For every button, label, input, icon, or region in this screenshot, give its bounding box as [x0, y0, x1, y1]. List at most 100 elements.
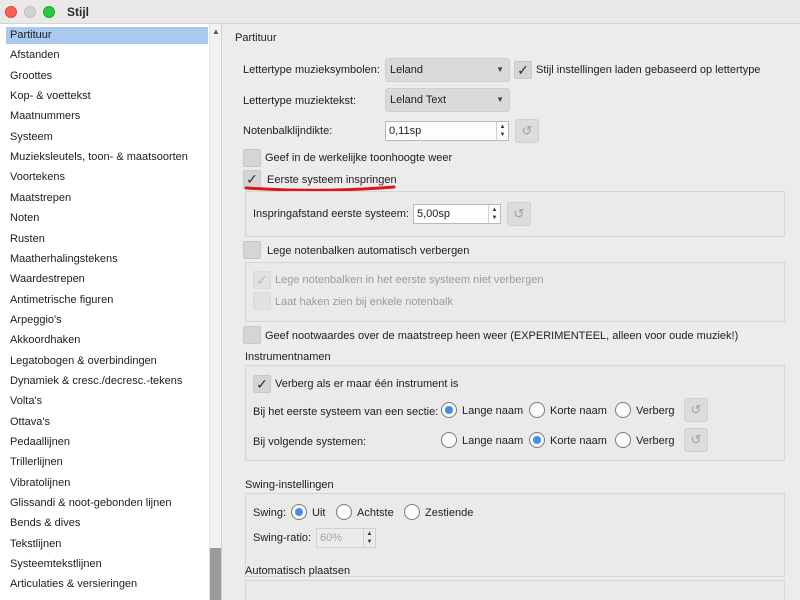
close-window-button[interactable]	[5, 6, 17, 18]
sidebar-item[interactable]: Bends & dives	[6, 515, 208, 532]
first-system-long-name-label: Lange naam	[462, 405, 524, 417]
first-system-short-name-radio[interactable]	[529, 402, 545, 418]
swing-sixteenth-label: Zestiende	[425, 507, 474, 519]
following-short-name-radio[interactable]	[529, 432, 545, 448]
sidebar-item[interactable]: Vibratolijnen	[6, 475, 208, 492]
first-system-long-name-radio[interactable]	[441, 402, 457, 418]
staff-line-thickness-value: 0,11sp	[389, 125, 422, 137]
swing-ratio-spinbox[interactable]: 60% ▲ ▼	[316, 528, 376, 548]
sidebar-item[interactable]: Groottes	[6, 68, 208, 85]
show-brackets-label: Laat haken zien bij enkele notenbalk	[275, 296, 453, 308]
sidebar-item[interactable]: Afstanden	[6, 47, 208, 64]
hide-empty-staves-label: Lege notenbalken automatisch verbergen	[267, 245, 470, 257]
music-font-value: Leland	[390, 64, 424, 76]
hide-empty-staves-group	[245, 262, 785, 322]
reset-indent-distance-button[interactable]: ↺	[507, 202, 531, 226]
stepper-arrows-icon[interactable]: ▲ ▼	[496, 122, 508, 140]
sidebar-scrollbar[interactable]: ▲	[209, 24, 221, 600]
sidebar-item[interactable]: Rusten	[6, 231, 208, 248]
indent-distance-spinbox[interactable]: 5,00sp ▲ ▼	[413, 204, 501, 224]
reset-icon: ↺	[521, 123, 533, 138]
sidebar-item[interactable]: Voortekens	[6, 169, 208, 186]
checkmark-icon: ✓	[256, 272, 268, 288]
music-font-dropdown[interactable]: Leland ▼	[385, 58, 510, 82]
load-style-label: Stijl instellingen laden gebaseerd op le…	[536, 64, 761, 76]
text-font-dropdown[interactable]: Leland Text ▼	[385, 88, 510, 112]
following-hide-label: Verberg	[636, 435, 675, 447]
swing-off-radio[interactable]	[291, 504, 307, 520]
hide-empty-staves-checkbox[interactable]	[243, 241, 261, 259]
following-short-name-label: Korte naam	[550, 435, 607, 447]
sidebar-item[interactable]: Maatstrepen	[6, 190, 208, 207]
sidebar-item[interactable]: Arpeggio's	[6, 312, 208, 329]
checkmark-icon: ✓	[256, 376, 268, 392]
swing-ratio-label: Swing-ratio:	[253, 532, 312, 544]
dont-hide-first-system-label: Lege notenbalken in het eerste systeem n…	[275, 274, 544, 286]
chevron-down-icon: ▼	[496, 95, 504, 104]
sidebar-item[interactable]: Maatnummers	[6, 108, 208, 125]
sidebar-item[interactable]: Systeemtekstlijnen	[6, 556, 208, 573]
window-titlebar: Stijl	[0, 0, 800, 24]
sidebar-item[interactable]: Kop- & voettekst	[6, 88, 208, 105]
sidebar-item[interactable]: Ottava's	[6, 414, 208, 431]
note-values-across-barlines-checkbox[interactable]	[243, 326, 261, 344]
note-values-across-barlines-label: Geef nootwaardes over de maatstreep heen…	[265, 330, 739, 342]
following-hide-radio[interactable]	[615, 432, 631, 448]
swing-off-label: Uit	[312, 507, 326, 519]
reset-first-system-names-button[interactable]: ↺	[684, 398, 708, 422]
hide-single-instrument-label: Verberg als er maar één instrument is	[275, 378, 459, 390]
swing-eighth-radio[interactable]	[336, 504, 352, 520]
music-font-label: Lettertype muzieksymbolen:	[243, 64, 380, 76]
indent-distance-value: 5,00sp	[417, 208, 451, 220]
sidebar-item[interactable]: Waardestrepen	[6, 271, 208, 288]
sidebar-item[interactable]: Noten	[6, 210, 208, 227]
sidebar-item[interactable]: Pedaallijnen	[6, 434, 208, 451]
sidebar-item[interactable]: Dynamiek & cresc./decresc.-tekens	[6, 373, 208, 390]
following-long-name-label: Lange naam	[462, 435, 524, 447]
load-style-checkbox[interactable]: ✓	[514, 61, 532, 79]
show-brackets-checkbox[interactable]	[253, 292, 271, 310]
staff-line-thickness-label: Notenbalklijndikte:	[243, 125, 333, 137]
sidebar-item[interactable]: Maatherhalingstekens	[6, 251, 208, 268]
text-font-label: Lettertype muziektekst:	[243, 95, 357, 107]
sidebar-item[interactable]: Systeem	[6, 129, 208, 146]
swing-sixteenth-radio[interactable]	[404, 504, 420, 520]
sidebar-item[interactable]: Articulaties & versieringen	[6, 576, 208, 593]
hide-single-instrument-checkbox[interactable]: ✓	[253, 375, 271, 393]
first-system-hide-label: Verberg	[636, 405, 675, 417]
swing-ratio-value: 60%	[320, 532, 343, 544]
sidebar-item[interactable]: Antimetrische figuren	[6, 292, 208, 309]
reset-following-names-button[interactable]: ↺	[684, 428, 708, 452]
dont-hide-first-system-checkbox[interactable]: ✓	[253, 271, 271, 289]
sidebar-item[interactable]: Tekstlijnen	[6, 536, 208, 553]
swing-eighth-label: Achtste	[357, 507, 394, 519]
sidebar-item[interactable]: Partituur	[6, 27, 208, 44]
reset-icon: ↺	[690, 402, 702, 417]
concert-pitch-checkbox[interactable]	[243, 149, 261, 167]
scroll-up-arrow-icon[interactable]: ▲	[212, 27, 220, 36]
sidebar-item[interactable]: Trillerlijnen	[6, 454, 208, 471]
staff-line-thickness-spinbox[interactable]: 0,11sp ▲ ▼	[385, 121, 509, 141]
sidebar-scroll-thumb[interactable]	[210, 548, 221, 600]
concert-pitch-label: Geef in de werkelijke toonhoogte weer	[265, 152, 453, 164]
chevron-down-icon: ▼	[496, 65, 504, 74]
stepper-arrows-icon[interactable]: ▲ ▼	[488, 205, 500, 223]
swing-label: Swing:	[253, 507, 287, 519]
minimize-window-button[interactable]	[24, 6, 36, 18]
zoom-window-button[interactable]	[43, 6, 55, 18]
stepper-arrows-icon[interactable]: ▲ ▼	[363, 529, 375, 547]
section-title-partituur: Partituur	[235, 32, 277, 44]
reset-icon: ↺	[690, 432, 702, 447]
sidebar-item[interactable]: Legatobogen & overbindingen	[6, 353, 208, 370]
sidebar-item[interactable]: Akkoordhaken	[6, 332, 208, 349]
sidebar-item[interactable]: Volta's	[6, 393, 208, 410]
style-category-list: Partituur Afstanden Groottes Kop- & voettek…	[0, 24, 222, 600]
reset-icon: ↺	[513, 206, 525, 221]
section-title-instrumentnamen: Instrumentnamen	[245, 351, 331, 363]
sidebar-item[interactable]: Glissandi & noot-gebonden lijnen	[6, 495, 208, 512]
reset-staff-line-button[interactable]: ↺	[515, 119, 539, 143]
first-system-short-name-label: Korte naam	[550, 405, 607, 417]
first-system-hide-radio[interactable]	[615, 402, 631, 418]
sidebar-item[interactable]: Muzieksleutels, toon- & maatsoorten	[6, 149, 208, 166]
following-long-name-radio[interactable]	[441, 432, 457, 448]
